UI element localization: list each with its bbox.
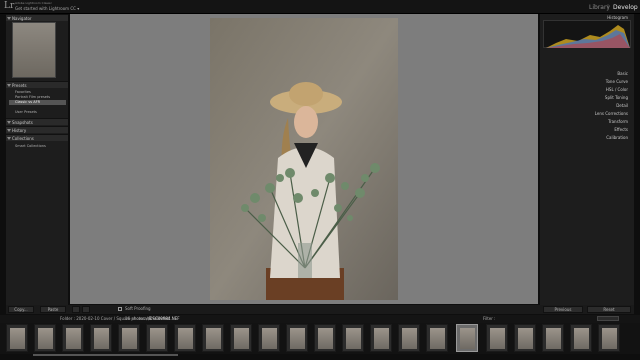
reset-button[interactable]: Reset	[587, 306, 631, 313]
histogram[interactable]	[543, 20, 631, 48]
filmstrip-thumbnail[interactable]	[426, 324, 448, 352]
collapse-triangle-icon	[7, 129, 11, 132]
snapshots-header[interactable]: Snapshots	[6, 118, 68, 125]
soft-proofing-checkbox[interactable]	[118, 307, 122, 311]
filter-dropdown[interactable]	[597, 316, 619, 321]
collections-header[interactable]: Collections	[6, 134, 68, 141]
top-bar	[0, 0, 640, 14]
filmstrip-thumbnail-selected[interactable]	[456, 324, 478, 352]
histogram-graph	[546, 25, 630, 48]
presets-header[interactable]: Presets	[6, 81, 68, 88]
filmstrip-thumbnail[interactable]	[370, 324, 392, 352]
filmstrip-thumbnail[interactable]	[398, 324, 420, 352]
preset-user[interactable]: User Presets	[9, 110, 66, 115]
panel-basic[interactable]: Basic	[540, 70, 634, 78]
view-mode-button[interactable]	[72, 306, 80, 313]
soft-proofing-label: Soft Proofing	[125, 306, 151, 311]
filmstrip-thumbnail[interactable]	[598, 324, 620, 352]
preset-classic-selected[interactable]: Classic vs AFR	[9, 100, 66, 105]
filmstrip-thumbnail[interactable]	[258, 324, 280, 352]
panel-lens-corrections[interactable]: Lens Corrections	[540, 110, 634, 118]
filmstrip-thumbnail[interactable]	[230, 324, 252, 352]
before-after-button[interactable]	[82, 306, 90, 313]
catalog-title: Adobe Lightroom Classic	[15, 1, 53, 5]
filmstrip-scrollbar[interactable]	[33, 354, 178, 356]
filmstrip-thumbnail[interactable]	[514, 324, 536, 352]
filmstrip-filename: /DSC09984.NEF	[148, 316, 180, 321]
filter-label: Filter :	[483, 316, 496, 321]
previous-button[interactable]: Previous	[543, 306, 583, 313]
panel-tone-curve[interactable]: Tone Curve	[540, 78, 634, 86]
collapse-triangle-icon	[7, 84, 11, 87]
main-photo[interactable]	[210, 18, 398, 300]
filmstrip-thumbnail[interactable]	[342, 324, 364, 352]
filmstrip-thumbnail[interactable]	[62, 324, 84, 352]
panel-transform[interactable]: Transform	[540, 118, 634, 126]
panel-effects[interactable]: Effects	[540, 126, 634, 134]
panel-split-toning[interactable]: Split Toning	[540, 94, 634, 102]
filmstrip-thumbnail[interactable]	[286, 324, 308, 352]
collapse-triangle-icon	[7, 121, 11, 124]
photo-illustration	[210, 18, 398, 300]
navigator-header[interactable]: Navigator	[6, 14, 68, 21]
panel-detail[interactable]: Detail	[540, 102, 634, 110]
filmstrip-thumbnail[interactable]	[542, 324, 564, 352]
module-develop[interactable]: Develop	[613, 4, 638, 11]
module-separator: |	[607, 4, 610, 11]
filmstrip-thumbnail[interactable]	[202, 324, 224, 352]
panel-calibration[interactable]: Calibration	[540, 134, 634, 142]
copy-button[interactable]: Copy...	[8, 306, 34, 313]
navigator-preview[interactable]	[12, 22, 56, 78]
collapse-triangle-icon	[7, 17, 11, 20]
filmstrip-thumbnail[interactable]	[90, 324, 112, 352]
toolbar	[6, 305, 634, 314]
history-header[interactable]: History	[6, 126, 68, 133]
filmstrip-thumbnail[interactable]	[118, 324, 140, 352]
filmstrip-thumbnail[interactable]	[34, 324, 56, 352]
paste-button[interactable]: Paste	[40, 306, 66, 313]
filmstrip-thumbnail[interactable]	[146, 324, 168, 352]
filmstrip-thumbnail[interactable]	[314, 324, 336, 352]
filmstrip-thumbnail[interactable]	[6, 324, 28, 352]
collapse-triangle-icon	[7, 137, 11, 140]
filmstrip-thumbnail[interactable]	[486, 324, 508, 352]
filmstrip-thumbnail[interactable]	[570, 324, 592, 352]
right-panel	[540, 14, 634, 314]
panel-hsl[interactable]: HSL / Color	[540, 86, 634, 94]
collection-smart[interactable]: Smart Collections	[9, 144, 66, 149]
lightroom-logo: Lr	[4, 1, 15, 11]
filmstrip-thumbnail[interactable]	[174, 324, 196, 352]
identity-plate[interactable]: Get started with Lightroom CC ▾	[15, 6, 79, 11]
